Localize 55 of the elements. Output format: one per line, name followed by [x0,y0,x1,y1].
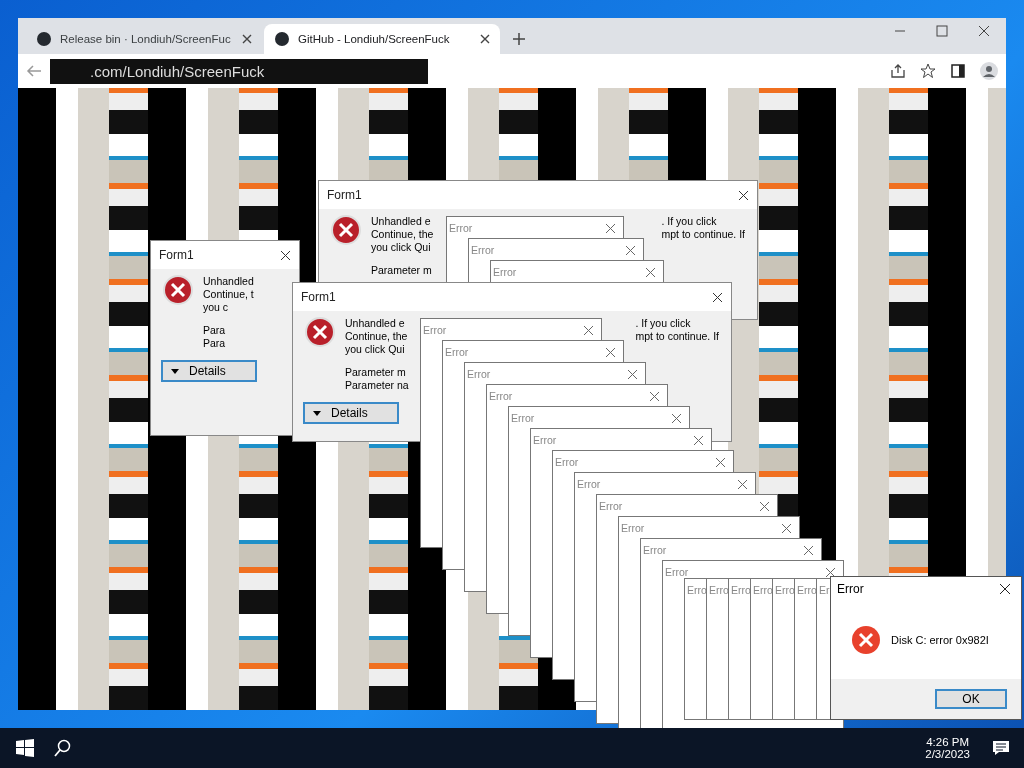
window-title: Error [471,244,495,256]
parameter-text: Parameter m [371,264,433,277]
window-title: Er [819,584,830,596]
details-button[interactable]: Details [161,360,257,382]
parameter-text: Para [203,337,227,350]
parameter-text: Para [203,324,227,337]
clock-time[interactable]: 4:26 PM [926,736,970,748]
error-message: Disk C: error 0x982I [891,634,989,646]
parameter-text: Parameter m [345,366,407,379]
tab-title: Release bin · Londiuh/ScreenFuc [60,33,231,45]
window-title: Error [489,390,513,402]
window-title: Error [643,544,667,556]
message-text: mpt to continue. If [635,330,719,343]
message-text: Continue, the [371,228,434,241]
message-text: Unhandled e [345,317,406,330]
window-title: Error [449,222,473,234]
browser-tab[interactable]: Release bin · Londiuh/ScreenFuc [26,24,262,54]
dialog-title: Form1 [327,188,362,202]
window-title: Erro [797,584,817,596]
window-title: Error [533,434,557,446]
tab-title: GitHub - Londiuh/ScreenFuck [298,33,450,45]
message-text: you click Qui [345,343,406,356]
message-text: mpt to continue. If [661,228,745,241]
window-title: Error [467,368,491,380]
parameter-text: Parameter na [345,379,409,392]
window-title: Error [423,324,447,336]
window-title: Error [555,456,579,468]
window-title: Error [665,566,689,578]
window-title: Erro [687,584,707,596]
window-title: Erro [753,584,773,596]
details-button[interactable]: Details [303,402,399,424]
dialog-title: Form1 [159,248,194,262]
window-title: Error [445,346,469,358]
ok-button[interactable]: OK [935,689,1007,709]
window-title: Error [511,412,535,424]
message-text: . If you click [661,215,718,228]
window-title: Error [577,478,601,490]
message-text: Continue, t [203,288,254,301]
window-title: Error [599,500,623,512]
message-text: you click Qui [371,241,432,254]
window-title: Erro [731,584,751,596]
window-title: Error [493,266,517,278]
message-text: you c [203,301,230,314]
clock-date[interactable]: 2/3/2023 [925,748,970,760]
browser-tab[interactable]: GitHub - Londiuh/ScreenFuck [264,24,500,54]
message-text: Continue, the [345,330,409,343]
message-text: Unhandled [203,275,254,288]
window-title: Erro [709,584,729,596]
message-text: . If you click [635,317,692,330]
dialog-title: Form1 [301,290,336,304]
window-title: Erro [775,584,795,596]
window-title: Error [837,582,864,596]
message-text: Unhandled e [371,215,432,228]
window-title: Error [621,522,645,534]
address-bar[interactable]: .com/Londiuh/ScreenFuck [50,58,428,84]
